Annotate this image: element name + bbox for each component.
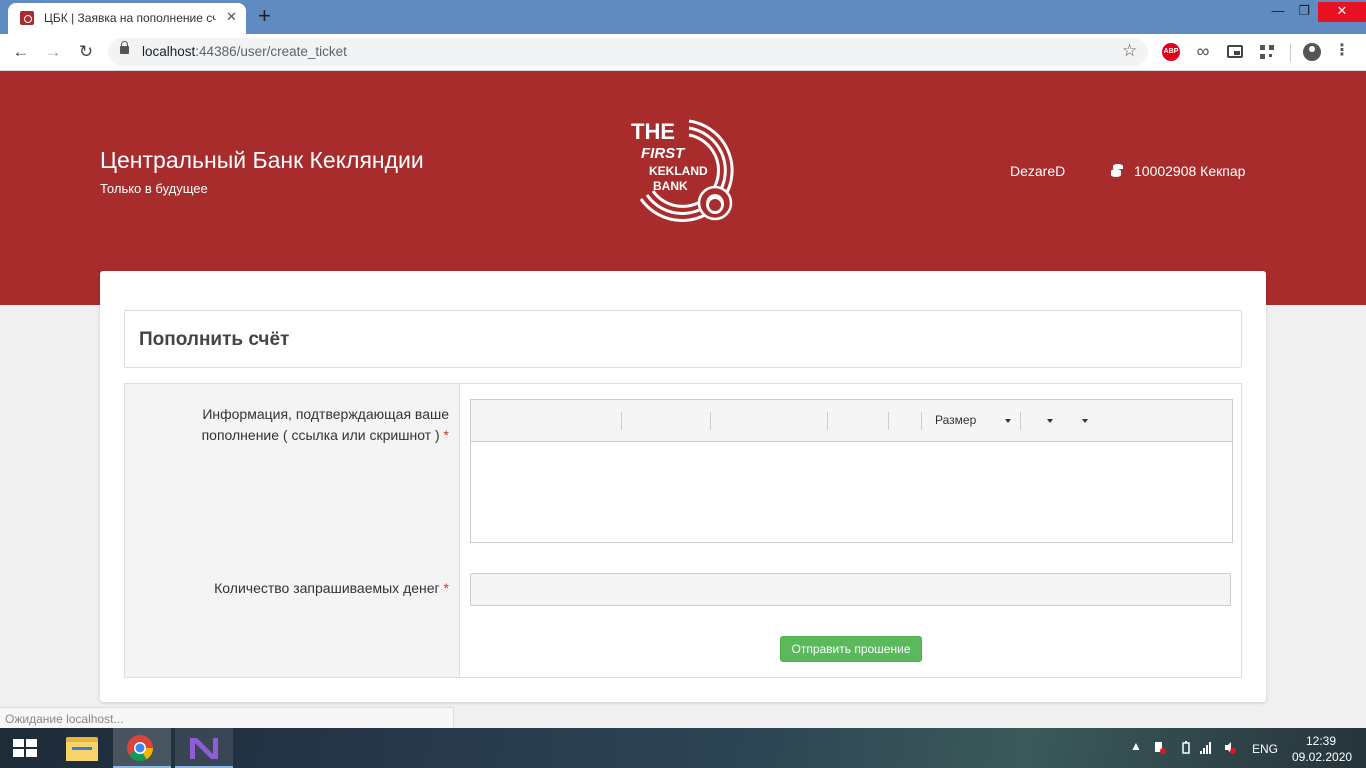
logo-line-1: THE	[631, 119, 675, 144]
toolbar-separator	[621, 412, 622, 430]
back-arrow-icon[interactable]: ←	[10, 41, 32, 63]
show-hidden-icons-icon[interactable]: ▲	[1130, 739, 1142, 753]
infinity-extension-icon[interactable]: ∞	[1193, 42, 1213, 61]
web-page: Центральный Банк Кекляндии Только в буду…	[0, 71, 1366, 728]
lock-icon[interactable]	[120, 41, 129, 54]
adblock-plus-icon[interactable]: ABP	[1162, 43, 1180, 61]
required-marker: *	[443, 580, 449, 596]
tab-title: ЦБК | Заявка на пополнение сче	[44, 11, 216, 25]
clock-date[interactable]: 09.02.2020	[1292, 750, 1352, 764]
card-header: Пополнить счёт	[124, 310, 1242, 368]
toolbar-separator	[921, 412, 922, 430]
amount-field-label: Количество запрашиваемых денег *	[214, 580, 449, 596]
username-link[interactable]: DezareD	[1010, 163, 1065, 179]
browser-toolbar: ← → ↻ localhost:44386/user/create_ticket…	[0, 34, 1366, 71]
signal-strength-icon[interactable]	[1200, 741, 1212, 754]
windows-start-icon[interactable]	[12, 738, 38, 758]
page-title: Пополнить счёт	[139, 329, 290, 350]
url-text: localhost:44386/user/create_ticket	[142, 44, 347, 59]
picture-in-picture-icon[interactable]	[1227, 45, 1243, 58]
site-favicon-icon	[20, 11, 34, 25]
font-size-dropdown[interactable]: Размер	[935, 413, 976, 427]
toolbar-divider	[1290, 44, 1291, 62]
chevron-down-icon[interactable]	[1005, 419, 1011, 423]
bookmark-star-icon[interactable]: ☆	[1122, 41, 1137, 61]
logo-line-4: BANK	[653, 179, 688, 193]
toolbar-separator	[710, 412, 711, 430]
form-label-column: Информация, подтверждающая ваше пополнен…	[125, 384, 460, 677]
volume-muted-icon[interactable]	[1224, 741, 1236, 754]
address-bar[interactable]: localhost:44386/user/create_ticket ☆	[108, 38, 1148, 66]
battery-icon[interactable]	[1180, 741, 1192, 754]
qr-code-icon[interactable]	[1260, 45, 1274, 59]
clock-time[interactable]: 12:39	[1306, 734, 1336, 748]
reload-icon[interactable]: ↻	[75, 41, 97, 63]
amount-input[interactable]	[470, 573, 1231, 606]
close-tab-icon[interactable]: ✕	[226, 9, 237, 25]
site-tagline: Только в будущее	[100, 181, 208, 196]
bank-logo[interactable]: THE FIRST KEKLAND BANK	[627, 117, 739, 225]
site-title[interactable]: Центральный Банк Кекляндии	[100, 147, 424, 174]
style-dropdown-chevron-icon[interactable]	[1082, 419, 1088, 423]
editor-content-area[interactable]	[471, 442, 1232, 542]
visual-studio-icon[interactable]	[175, 728, 233, 768]
info-field-label: Информация, подтверждающая ваше пополнен…	[201, 406, 449, 443]
language-indicator[interactable]: ENG	[1252, 742, 1278, 756]
browser-tab[interactable]: ЦБК | Заявка на пополнение сче ✕	[8, 3, 246, 34]
forward-arrow-icon[interactable]: →	[42, 41, 64, 63]
status-bar: Ожидание localhost...	[0, 707, 454, 728]
file-explorer-icon[interactable]	[53, 728, 111, 768]
editor-toolbar: Размер	[471, 400, 1232, 442]
windows-taskbar: ▲ ENG 12:39 09.02.2020	[0, 728, 1366, 768]
deposit-card: Пополнить счёт Информация, подтверждающа…	[100, 271, 1266, 702]
submit-request-button[interactable]: Отправить прошение	[780, 636, 922, 662]
toolbar-separator	[827, 412, 828, 430]
chrome-taskbar-icon[interactable]	[113, 728, 171, 768]
close-window-button[interactable]: ✕	[1318, 2, 1366, 22]
toolbar-separator	[1020, 412, 1021, 430]
deposit-form: Информация, подтверждающая ваше пополнен…	[124, 383, 1242, 678]
logo-line-3: KEKLAND	[649, 164, 708, 178]
account-icon[interactable]	[1303, 43, 1321, 61]
required-marker: *	[443, 427, 449, 443]
rich-text-editor: Размер	[470, 399, 1233, 543]
account-balance[interactable]: 10002908 Кекпар	[1134, 163, 1245, 179]
toolbar-separator	[888, 412, 889, 430]
more-menu-icon[interactable]: ⋮	[1334, 43, 1350, 61]
new-tab-button[interactable]: +	[258, 3, 271, 29]
logo-line-2: FIRST	[641, 145, 686, 162]
color-dropdown-chevron-icon[interactable]	[1047, 419, 1053, 423]
network-error-icon[interactable]	[1154, 741, 1166, 754]
browser-tab-strip: ЦБК | Заявка на пополнение сче ✕ + — ❐ ✕	[0, 0, 1366, 34]
site-header: Центральный Банк Кекляндии Только в буду…	[0, 71, 1366, 305]
coins-icon	[1111, 164, 1123, 177]
